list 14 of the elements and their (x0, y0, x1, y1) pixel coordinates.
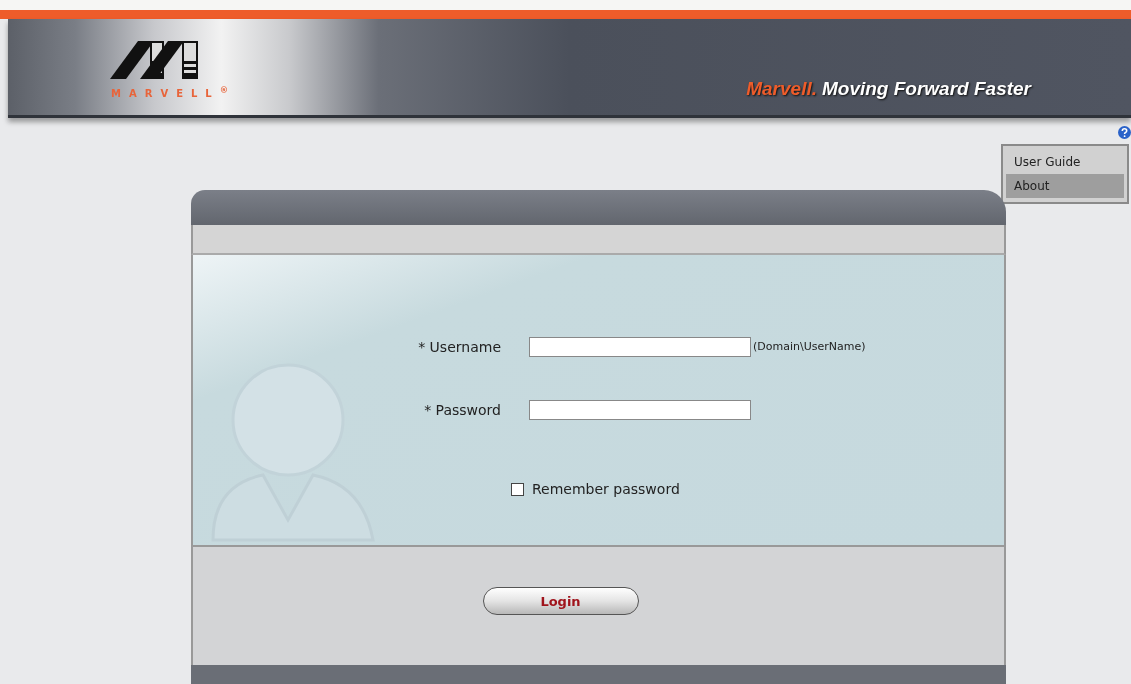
username-field[interactable] (529, 336, 751, 357)
menu-item[interactable]: About (1006, 174, 1124, 198)
remember-label: Remember password (532, 481, 680, 497)
password-field[interactable] (529, 399, 751, 420)
brand-name: Marvell. (746, 78, 817, 99)
help-icon[interactable] (1118, 126, 1131, 139)
username-label: * Username (417, 338, 501, 355)
tagline: Moving Forward Faster (821, 78, 1031, 99)
username-hint: (Domain\UserName) (753, 340, 866, 353)
password-label: * Password (423, 401, 501, 418)
login-button[interactable]: Login (482, 587, 639, 615)
logo-text: MARVELL$^{®}$ (111, 85, 237, 100)
remember-checkbox[interactable] (511, 482, 524, 496)
menu-item[interactable]: User Guide (1006, 150, 1124, 174)
